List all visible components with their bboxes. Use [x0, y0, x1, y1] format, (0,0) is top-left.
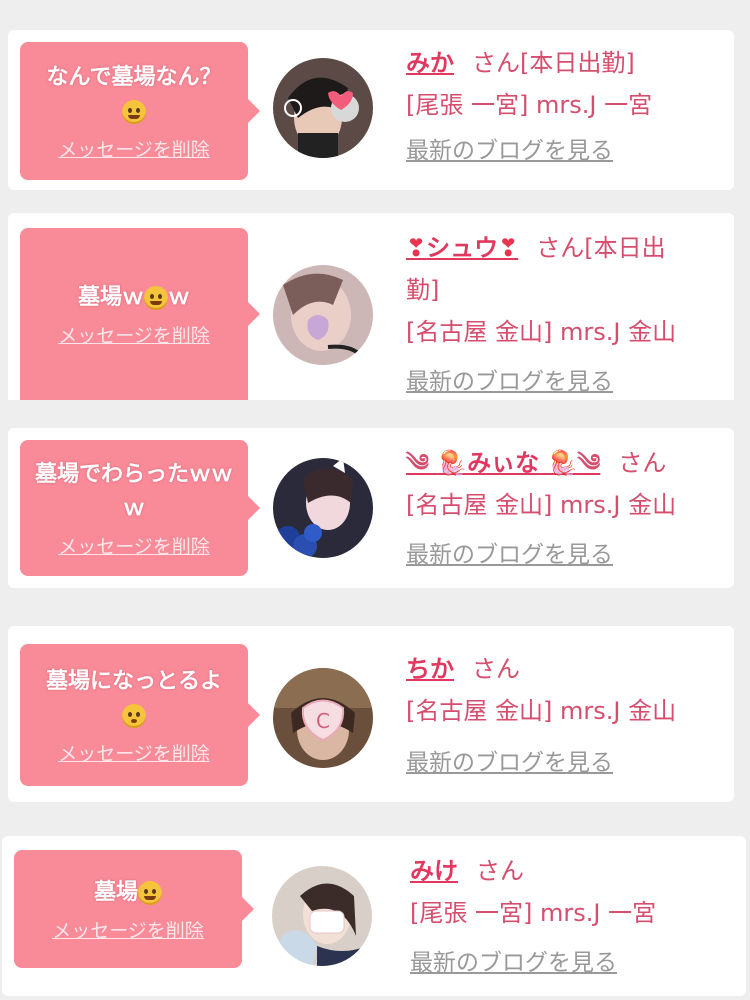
- cast-info: みか さん[本日出勤] [尾張 一宮] mrs.J 一宮 最新のブログを見る: [406, 42, 726, 172]
- message-bubble: 墓場でわらったｗｗｗ メッセージを削除: [20, 440, 260, 576]
- blog-link[interactable]: 最新のブログを見る: [406, 130, 726, 172]
- jellyfish-icon: 🪼: [437, 449, 468, 477]
- message-bubble: 墓場 メッセージを削除: [14, 850, 254, 968]
- delete-message-link[interactable]: メッセージを削除: [58, 135, 210, 162]
- shop-label: [尾張 一宮] mrs.J 一宮: [410, 899, 657, 927]
- status-label-continued: 勤]: [406, 276, 440, 304]
- message-text: 墓場: [84, 876, 172, 910]
- avatar[interactable]: [273, 58, 373, 158]
- cast-name-link[interactable]: ちか: [406, 655, 454, 683]
- message-card: 墓場 メッセージを削除 みけ さん [尾張 一宮] mrs.J 一宮 最新のブログ…: [2, 836, 746, 996]
- message-bubble: 墓場ｗ ｗ メッセージを削除: [20, 228, 260, 400]
- rofl-emoji-icon: [144, 285, 168, 310]
- message-card: なんで墓場なん？ メッセージを削除 みか さん[本日出勤] [尾張 一宮] mrs…: [8, 30, 734, 190]
- honorific: さん: [472, 49, 520, 77]
- star-struck-emoji-icon: [122, 99, 146, 124]
- blog-link[interactable]: 最新のブログを見る: [406, 534, 726, 576]
- avatar[interactable]: C: [273, 668, 373, 768]
- message-card: 墓場でわらったｗｗｗ メッセージを削除 ༄ 🪼みぃな 🪼༄ さん [名古屋 金山]…: [8, 428, 734, 588]
- avatar[interactable]: [272, 866, 372, 966]
- cast-info: ༄ 🪼みぃな 🪼༄ さん [名古屋 金山] mrs.J 金山 最新のブログを見る: [406, 442, 726, 576]
- flushed-emoji-icon: [121, 703, 146, 728]
- honorific: さん: [536, 234, 585, 262]
- cast-info: みけ さん [尾張 一宮] mrs.J 一宮 最新のブログを見る: [410, 850, 730, 984]
- status-label: [本日出: [584, 234, 666, 262]
- honorific: さん: [476, 857, 524, 885]
- avatar[interactable]: [273, 458, 373, 558]
- shop-label: [名古屋 金山] mrs.J 金山: [406, 318, 677, 346]
- status-label: [本日出勤]: [520, 49, 635, 77]
- message-text: なんで墓場なん？: [37, 61, 232, 129]
- cast-name-link[interactable]: ❣シュウ❣: [406, 234, 518, 262]
- honorific: さん: [472, 655, 520, 683]
- rofl-emoji-icon: [138, 880, 162, 905]
- message-card: 墓場ｗ ｗ メッセージを削除 ❣シュウ❣ さん[本日出 勤] [名古屋 金山] mr…: [8, 213, 734, 400]
- shop-label: [名古屋 金山] mrs.J 金山: [406, 697, 677, 725]
- message-card: 墓場になっとるよ メッセージを削除 C ちか さん [名古屋 金山] mrs.J …: [8, 626, 734, 802]
- cast-info: ちか さん [名古屋 金山] mrs.J 金山 最新のブログを見る: [406, 648, 726, 784]
- blog-link[interactable]: 最新のブログを見る: [410, 942, 730, 984]
- delete-message-link[interactable]: メッセージを削除: [58, 532, 210, 559]
- cast-name-link[interactable]: ༄ 🪼みぃな 🪼༄: [406, 449, 600, 477]
- message-bubble: なんで墓場なん？ メッセージを削除: [20, 42, 260, 180]
- message-text: 墓場になっとるよ: [36, 665, 232, 733]
- message-text: 墓場ｗ ｗ: [77, 284, 191, 310]
- svg-text:C: C: [316, 709, 330, 733]
- delete-message-link[interactable]: メッセージを削除: [52, 916, 204, 943]
- delete-message-link[interactable]: メッセージを削除: [58, 321, 210, 348]
- cast-name-link[interactable]: みけ: [410, 857, 458, 885]
- cast-name-link[interactable]: みか: [406, 49, 454, 77]
- shop-label: [尾張 一宮] mrs.J 一宮: [406, 91, 653, 119]
- shop-label: [名古屋 金山] mrs.J 金山: [406, 491, 677, 519]
- blog-link[interactable]: 最新のブログを見る: [406, 361, 724, 403]
- avatar[interactable]: [273, 265, 373, 365]
- blog-link[interactable]: 最新のブログを見る: [406, 742, 726, 784]
- delete-message-link[interactable]: メッセージを削除: [58, 739, 210, 766]
- cast-info: ❣シュウ❣ さん[本日出 勤] [名古屋 金山] mrs.J 金山 最新のブログを…: [406, 227, 724, 403]
- message-bubble: 墓場になっとるよ メッセージを削除: [20, 644, 260, 786]
- jellyfish-icon: 🪼: [547, 449, 578, 477]
- message-text: 墓場でわらったｗｗｗ: [34, 461, 233, 521]
- honorific: さん: [618, 449, 667, 477]
